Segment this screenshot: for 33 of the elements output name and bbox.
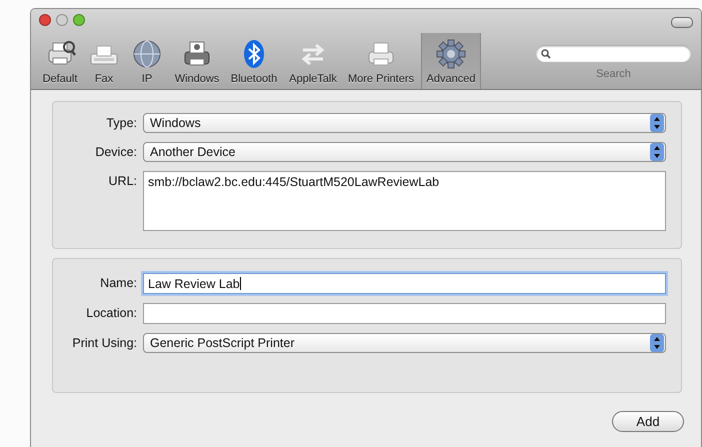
text-field[interactable]: Law Review Lab: [143, 273, 666, 294]
popup-button[interactable]: Another Device: [143, 142, 666, 162]
popup-button[interactable]: Generic PostScript Printer: [143, 333, 666, 353]
toolbar-tab[interactable]: IP: [125, 33, 169, 89]
search-label: Search: [596, 68, 631, 80]
field-label: Print Using:: [71, 335, 137, 350]
stepper-icon: [650, 114, 664, 132]
toolbar-tab[interactable]: Windows: [171, 33, 223, 89]
field-label: Name:: [99, 275, 137, 290]
toolbar-tab[interactable]: Bluetooth: [225, 33, 283, 89]
minimize-button[interactable]: [56, 14, 68, 26]
field-label: Location:: [85, 305, 137, 320]
toolbar-tab[interactable]: More Printers: [343, 33, 419, 89]
stepper-icon: [650, 334, 664, 352]
add-button[interactable]: Add: [612, 411, 684, 432]
toolbar-tab[interactable]: AppleTalk: [285, 33, 341, 89]
stepper-icon: [650, 143, 664, 161]
field-label: Type:: [105, 115, 137, 130]
search-field[interactable]: [536, 45, 691, 62]
url-field[interactable]: smb://bclaw2.bc.edu:445/StuartM520LawReviewLab: [143, 171, 666, 231]
search-icon: [541, 48, 551, 58]
zoom-button[interactable]: [73, 14, 85, 26]
text-field[interactable]: [143, 303, 666, 324]
toolbar-toggle-button[interactable]: [671, 17, 693, 28]
toolbar-tab[interactable]: Fax: [85, 33, 123, 89]
popup-button[interactable]: Windows: [143, 113, 666, 133]
close-button[interactable]: [39, 14, 51, 26]
field-label: URL:: [108, 173, 137, 188]
gear-icon: [435, 38, 467, 70]
toolbar-tab[interactable]: Advanced: [421, 33, 481, 89]
toolbar-tab[interactable]: Default: [37, 33, 83, 89]
globe-icon: [131, 38, 163, 70]
field-label: Device:: [94, 144, 137, 159]
